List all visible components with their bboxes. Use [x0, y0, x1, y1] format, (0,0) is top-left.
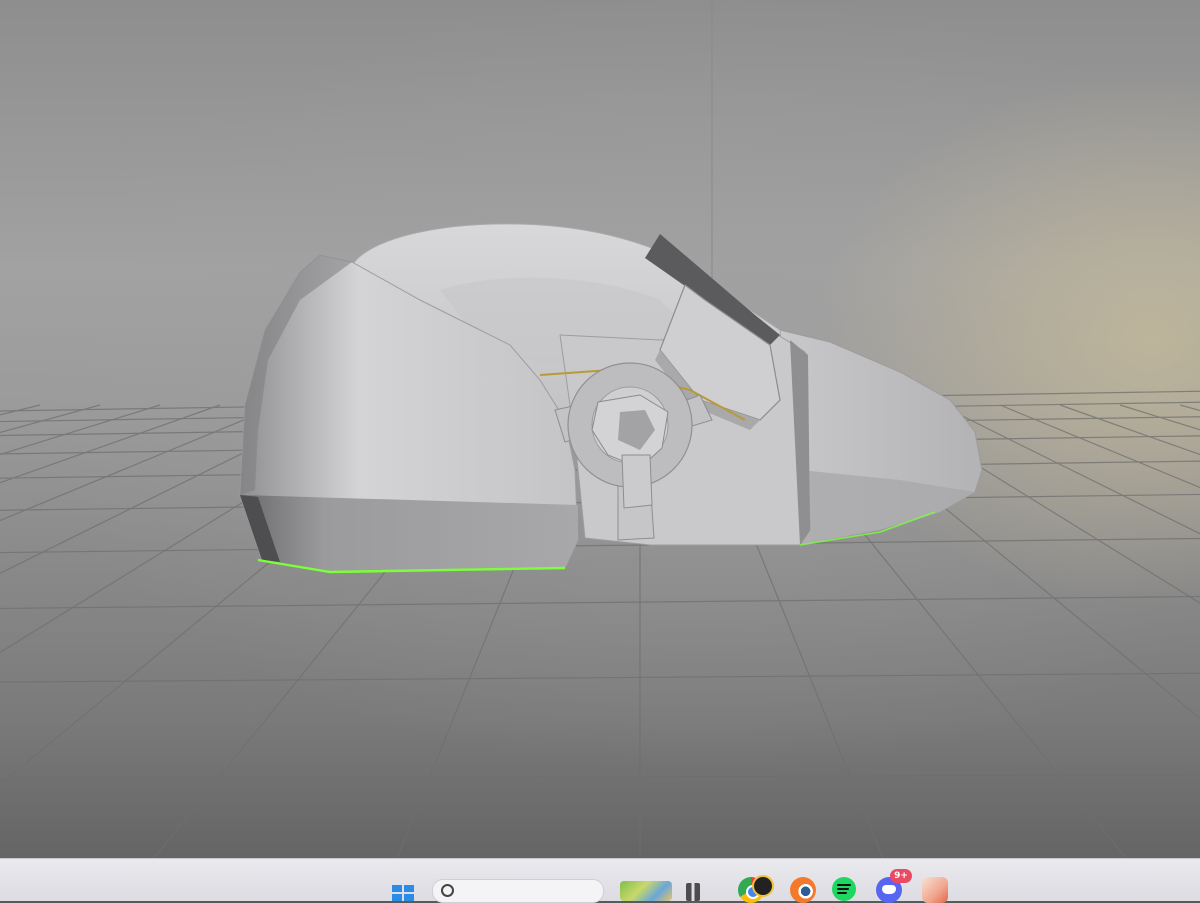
3d-viewport[interactable]: [0, 0, 1200, 900]
viewport-scene: [0, 0, 1200, 900]
helmet-lower-band: [240, 495, 578, 572]
ear-spoke-down: [621, 454, 653, 509]
app-icon[interactable]: [922, 877, 948, 903]
grid-line: [0, 404, 221, 484]
search-input[interactable]: [459, 882, 593, 902]
grid-line: [1119, 404, 1200, 431]
chrome-profile-icon: [752, 875, 774, 897]
grid-line: [0, 404, 281, 522]
search-icon: [441, 884, 454, 897]
grid-line: [0, 404, 101, 434]
grid-line: [0, 773, 1200, 781]
start-logo-square: [404, 885, 414, 892]
spotify-wave: [837, 888, 849, 890]
helmet-model[interactable]: [239, 223, 983, 574]
grid-line: [0, 595, 1200, 610]
spotify-wave: [837, 884, 851, 886]
grid-line: [0, 404, 41, 416]
windows-start-icon[interactable]: [392, 885, 416, 901]
spotify-icon[interactable]: [832, 877, 856, 901]
taskbar-search-box[interactable]: [432, 879, 604, 903]
windows-taskbar: 9+: [0, 858, 1200, 903]
start-logo-square: [392, 885, 402, 892]
grid-line: [0, 404, 161, 456]
discord-notification-badge: 9+: [890, 869, 912, 883]
spotify-wave: [837, 892, 847, 894]
grid-line: [1179, 404, 1200, 412]
widgets-icon[interactable]: [620, 881, 672, 901]
grid-line: [0, 672, 1200, 683]
task-view-icon[interactable]: [686, 883, 700, 901]
blender-icon[interactable]: [790, 877, 816, 903]
